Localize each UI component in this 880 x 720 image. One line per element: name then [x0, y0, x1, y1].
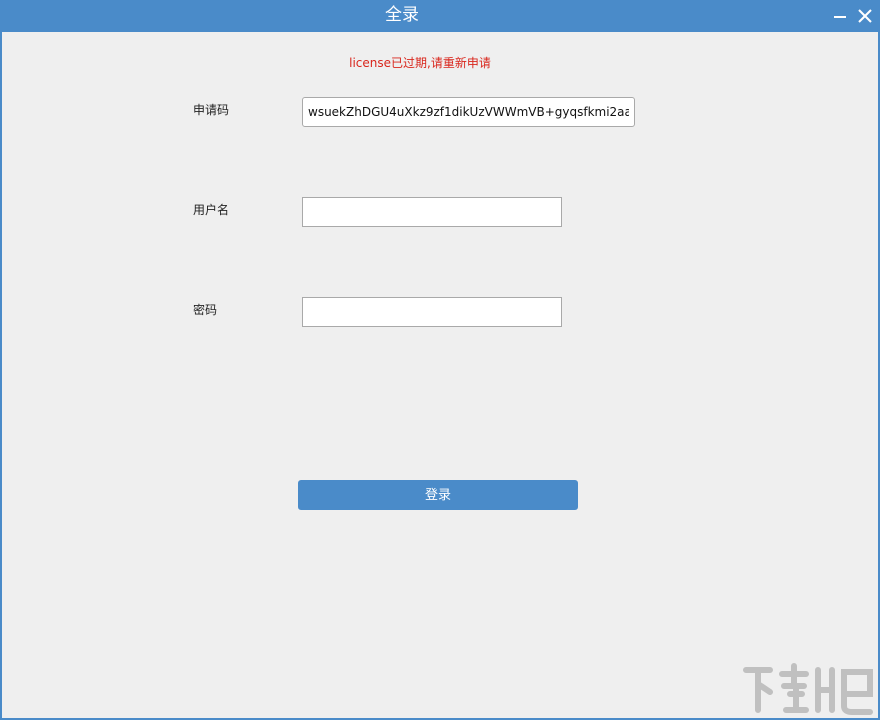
login-button[interactable]: 登录	[298, 480, 578, 510]
minimize-icon	[834, 16, 846, 18]
login-window: 全录 license已过期,请重新申请 申请码 用户名 密码 登录	[0, 0, 880, 720]
password-input[interactable]	[302, 297, 562, 327]
username-label: 用户名	[193, 203, 230, 217]
close-icon	[858, 9, 872, 23]
minimize-button[interactable]	[829, 4, 853, 28]
application-code-input[interactable]	[302, 97, 635, 127]
license-expired-message: license已过期,请重新申请	[349, 56, 491, 70]
title-bar: 全录	[0, 0, 880, 32]
watermark-logo-icon	[743, 663, 873, 715]
code-label: 申请码	[193, 103, 230, 117]
username-input[interactable]	[302, 197, 562, 227]
password-label: 密码	[193, 303, 218, 317]
window-title: 全录	[385, 5, 419, 25]
close-button[interactable]	[853, 4, 877, 28]
